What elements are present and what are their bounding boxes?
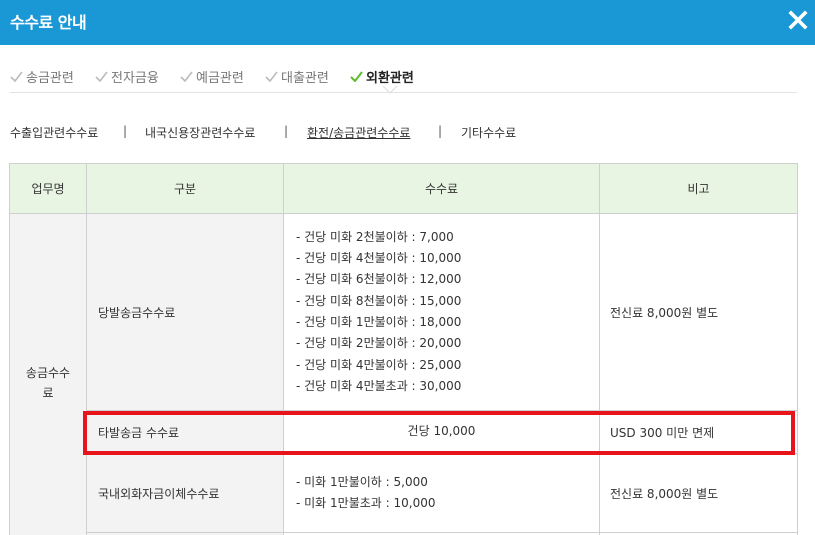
fee-cell: - 건당 미화 2천불이하 : 7,000 - 건당 미화 4천불이하 : 10…	[283, 213, 600, 411]
tab-label: 송금관련	[26, 71, 74, 86]
type-cell: 타발송금 수수료	[86, 410, 284, 454]
check-icon	[180, 71, 193, 82]
fee-cell: 건당 10,000	[283, 410, 600, 454]
subtab-export-import[interactable]: 수출입관련수수료	[10, 124, 98, 141]
tab-label: 예금관련	[196, 71, 244, 86]
type-cell: 당발송금수수료	[86, 213, 284, 411]
modal-title: 수수료 안내	[10, 13, 87, 32]
tab-remittance[interactable]: 송금관련	[10, 67, 74, 86]
fee-item: - 건당 미화 2만불이하 : 20,000	[296, 336, 462, 351]
business-cell: 송금수수 료	[9, 213, 87, 535]
tab-foreign-exchange[interactable]: 외환관련	[350, 67, 414, 86]
subtab-local-lc[interactable]: 내국신용장관련수수료	[145, 124, 255, 141]
category-tabs: 송금관련 전자금융 예금관련 대출관련 외환관련	[10, 64, 797, 93]
fee-item: - 건당 미화 6천불이하 : 12,000	[296, 272, 462, 287]
fee-table: 업무명 구분 수수료 비고 송금수수 료 당발송금수수료 - 건당 미화 2천불…	[9, 163, 798, 535]
fee-item: - 건당 미화 1만불이하 : 18,000	[296, 315, 462, 329]
fee-item: - 건당 미화 4천불이하 : 10,000	[296, 251, 462, 266]
tab-label: 전자금융	[111, 71, 159, 86]
table-header-row: 업무명 구분 수수료 비고	[9, 163, 798, 214]
note-cell: 전신료 8,000원 별도	[599, 453, 798, 533]
tab-e-banking[interactable]: 전자금융	[95, 67, 159, 86]
check-icon	[265, 71, 278, 82]
fee-item: - 건당 미화 2천불이하 : 7,000	[296, 229, 454, 244]
tab-label: 외환관련	[366, 71, 414, 86]
table-row: 타발송금 수수료 건당 10,000 USD 300 미만 면제	[10, 410, 798, 454]
tab-deposit[interactable]: 예금관련	[180, 67, 244, 86]
subtab-exchange-remittance[interactable]: 환전/송금관련수수료	[307, 124, 410, 141]
tab-loan[interactable]: 대출관련	[265, 67, 329, 86]
fee-item: - 건당 미화 4만불초과 : 30,000	[296, 378, 462, 393]
fee-item: - 건당 미화 8천불이하 : 15,000	[296, 293, 462, 308]
header-business: 업무명	[9, 163, 87, 214]
modal-header: 수수료 안내	[0, 0, 815, 45]
subtab-separator: |	[438, 124, 443, 138]
header-type: 구분	[86, 163, 284, 214]
active-tab-pointer	[383, 86, 397, 94]
fee-item: - 미화 1만불초과 : 10,000	[296, 496, 436, 510]
close-button[interactable]	[785, 7, 811, 33]
check-icon	[350, 71, 363, 82]
type-cell: 국내외화자금이체수수료	[86, 453, 284, 533]
business-label: 송금수수 료	[25, 366, 71, 400]
fee-item: - 미화 1만불이하 : 5,000	[296, 474, 428, 489]
note-cell: USD 300 미만 면제	[599, 410, 798, 454]
fee-cell: - 미화 1만불이하 : 5,000 - 미화 1만불초과 : 10,000	[283, 453, 600, 533]
table-row: 송금수수 료 당발송금수수료 - 건당 미화 2천불이하 : 7,000 - 건…	[9, 213, 798, 535]
close-icon	[788, 10, 808, 30]
note-cell: 전신료 8,000원 별도	[599, 213, 798, 411]
tab-label: 대출관련	[281, 71, 329, 86]
subtab-separator: |	[284, 124, 289, 138]
check-icon	[10, 71, 23, 82]
subtab-separator: |	[123, 124, 128, 138]
subtab-other[interactable]: 기타수수료	[461, 124, 516, 141]
check-icon	[95, 71, 108, 82]
header-fee: 수수료	[283, 163, 600, 214]
fee-item: - 건당 미화 4만불이하 : 25,000	[296, 357, 462, 372]
table-row: 국내외화자금이체수수료 - 미화 1만불이하 : 5,000 - 미화 1만불초…	[10, 453, 798, 533]
header-note: 비고	[599, 163, 798, 214]
